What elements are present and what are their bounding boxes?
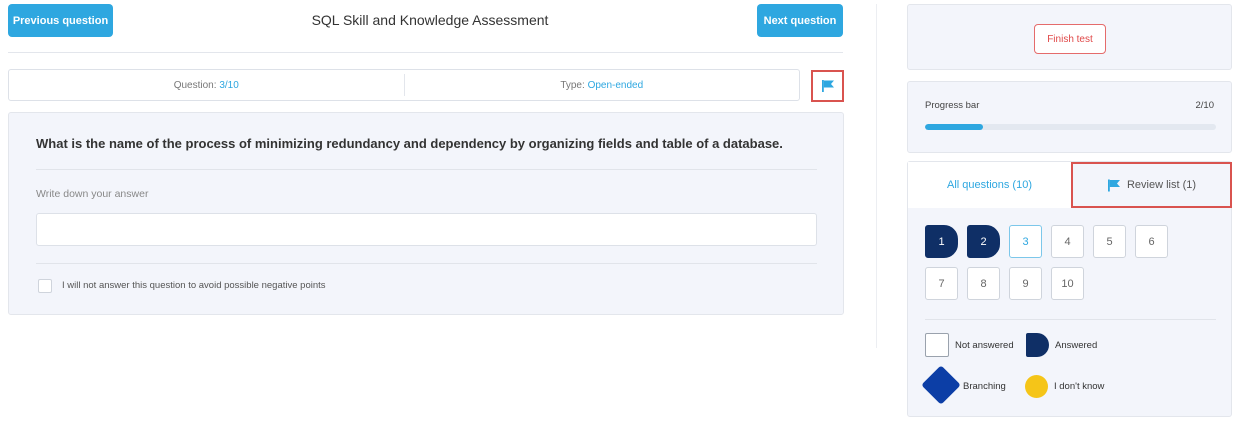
skip-label[interactable]: I will not answer this question to avoid… [62, 280, 326, 291]
question-number-button[interactable]: 5 [1093, 225, 1126, 258]
legend-divider [925, 319, 1216, 320]
question-type-value: Open-ended [587, 79, 644, 91]
question-type-label: Type: [560, 79, 585, 91]
question-info-bar: Question: 3/10 Type: Open-ended [8, 69, 800, 101]
legend-answered-swatch [1026, 333, 1049, 357]
legend-not-answered-label: Not answered [955, 340, 1014, 351]
question-number-button[interactable]: 9 [1009, 267, 1042, 300]
page-title: SQL Skill and Knowledge Assessment [311, 12, 549, 28]
question-number-button[interactable]: 7 [925, 267, 958, 300]
question-number-button[interactable]: 1 [925, 225, 958, 258]
flag-icon [1107, 179, 1120, 191]
question-navigator-panel: All questions (10) Review list (1) 12345… [907, 161, 1232, 417]
answer-input[interactable] [36, 213, 817, 246]
question-number-button[interactable]: 6 [1135, 225, 1168, 258]
tab-review-list[interactable]: Review list (1) [1071, 162, 1232, 208]
question-number-button[interactable]: 3 [1009, 225, 1042, 258]
answer-label: Write down your answer [36, 188, 149, 200]
flag-icon [821, 80, 834, 92]
legend-dont-know-swatch [1025, 375, 1048, 398]
question-type: Type: Open-ended [405, 80, 800, 91]
legend-branching-swatch [921, 365, 961, 405]
tab-review-list-label: Review list (1) [1126, 179, 1197, 191]
tab-all-questions-label: All questions (10) [947, 179, 1032, 191]
question-number: Question: 3/10 [9, 80, 404, 91]
progress-panel: Progress bar 2/10 [907, 81, 1232, 153]
progress-count: 2/10 [1195, 100, 1215, 111]
question-number-label: Question: [173, 79, 217, 91]
legend-branching-label: Branching [963, 381, 1006, 392]
previous-question-button[interactable]: Previous question [8, 4, 113, 37]
column-divider [876, 4, 877, 348]
legend-answered-label: Answered [1055, 340, 1098, 351]
question-card: What is the name of the process of minim… [8, 112, 844, 315]
tab-all-questions[interactable]: All questions (10) [908, 162, 1071, 208]
progress-label: Progress bar [925, 100, 980, 111]
progress-bar-fill [925, 124, 984, 130]
question-divider [36, 169, 817, 170]
header-divider [8, 52, 843, 53]
finish-panel: Finish test [907, 4, 1232, 70]
progress-bar [925, 124, 1216, 130]
finish-test-button[interactable]: Finish test [1034, 24, 1106, 54]
flag-question-button[interactable] [811, 70, 844, 102]
skip-checkbox[interactable] [38, 279, 52, 293]
question-number-value: 3/10 [219, 79, 239, 91]
question-number-button[interactable]: 10 [1051, 267, 1084, 300]
question-text: What is the name of the process of minim… [36, 136, 783, 151]
question-number-button[interactable]: 8 [967, 267, 1000, 300]
next-question-button[interactable]: Next question [757, 4, 843, 37]
answer-divider [36, 263, 817, 264]
legend-dont-know-label: I don't know [1054, 381, 1105, 392]
question-number-button[interactable]: 4 [1051, 225, 1084, 258]
question-number-button[interactable]: 2 [967, 225, 1000, 258]
legend-not-answered-swatch [925, 333, 949, 357]
